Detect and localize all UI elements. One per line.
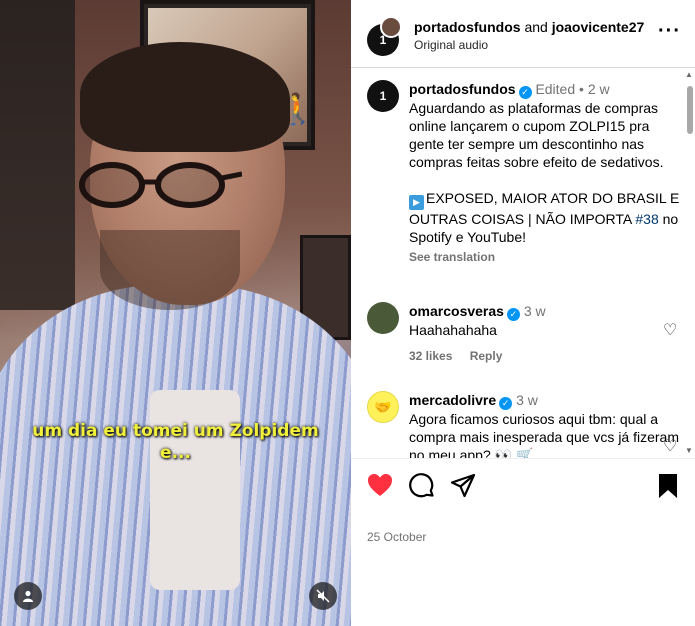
- post-authors: portadosfundos and joaovicente27: [414, 19, 644, 35]
- caption-age: 2 w: [587, 81, 610, 97]
- comments-list[interactable]: 1 portadosfundos ✓ Edited • 2 w Aguardand…: [351, 68, 695, 458]
- caption-author-avatar[interactable]: 1: [367, 80, 399, 112]
- video-subtitle-line-1: um dia eu tomei um Zolpidem: [32, 421, 319, 441]
- post-actions-bar: [351, 458, 695, 518]
- coauthor-avatar[interactable]: [380, 16, 402, 38]
- person-beard: [100, 230, 240, 310]
- person-hair: [80, 42, 290, 152]
- play-button-icon: ▶: [409, 195, 424, 210]
- saved-bookmark-icon[interactable]: [657, 473, 679, 505]
- edited-label: Edited: [535, 81, 576, 97]
- caption-text: Aguardando as plataformas de compras onl…: [409, 100, 664, 170]
- commenter-avatar[interactable]: [367, 302, 399, 334]
- scroll-up-arrow-icon[interactable]: ▲: [685, 70, 693, 79]
- comments-scrollbar[interactable]: [687, 86, 693, 134]
- comment-age: 3 w: [516, 392, 538, 408]
- comment-text: Haahahahaha: [409, 322, 497, 338]
- verified-badge-icon: ✓: [499, 397, 513, 410]
- reel-video[interactable]: 🚶 um dia eu tomei um Zolpidem e...: [0, 0, 351, 626]
- person-undershirt: [150, 390, 240, 590]
- like-heart-icon[interactable]: [367, 473, 393, 503]
- commenter-username[interactable]: mercadolivre: [409, 392, 496, 408]
- caption-author-username[interactable]: portadosfundos: [409, 81, 516, 97]
- more-options-icon[interactable]: ···: [658, 20, 681, 43]
- user-icon: [23, 590, 33, 602]
- comment-like-heart-icon[interactable]: ♡: [663, 320, 677, 340]
- comment-like-heart-icon[interactable]: ♡: [663, 436, 677, 456]
- and-text: and: [524, 19, 548, 35]
- video-subtitle-line-2: e...: [160, 443, 191, 463]
- author-username[interactable]: portadosfundos: [414, 19, 521, 35]
- tagged-users-button[interactable]: [14, 582, 42, 610]
- reply-button[interactable]: Reply: [470, 349, 503, 363]
- commenter-avatar[interactable]: 🤝: [367, 391, 399, 423]
- caption-promo: ▶ EXPOSED, MAIOR ATOR DO BRASIL E OUTRAS …: [409, 189, 682, 246]
- scroll-down-arrow-icon[interactable]: ▼: [685, 446, 693, 455]
- hashtag-link[interactable]: #38: [635, 211, 658, 227]
- verified-badge-icon: ✓: [506, 308, 520, 321]
- comment-likes[interactable]: 32 likes: [409, 349, 452, 363]
- post-header: 1 portadosfundos and joaovicente27 Origi…: [351, 0, 695, 68]
- comment-text: Agora ficamos curiosos aqui tbm: qual a …: [409, 411, 680, 458]
- coauthor-username[interactable]: joaovicente27: [552, 19, 645, 35]
- comment-bubble-icon[interactable]: [409, 473, 435, 505]
- background-door: [0, 0, 75, 310]
- muted-speaker-icon: [316, 589, 330, 603]
- share-paper-plane-icon[interactable]: [450, 473, 476, 505]
- verified-badge-icon: ✓: [518, 86, 532, 99]
- see-translation-link[interactable]: See translation: [409, 248, 682, 266]
- comment-age: 3 w: [523, 303, 546, 319]
- commenter-username[interactable]: omarcosveras: [409, 303, 504, 319]
- mute-button[interactable]: [309, 582, 337, 610]
- person-glasses: [79, 162, 242, 208]
- separator-dot: •: [579, 81, 584, 97]
- audio-link[interactable]: Original audio: [414, 38, 488, 52]
- post-date: 25 October: [367, 530, 427, 544]
- post-panel: 1 portadosfundos and joaovicente27 Origi…: [351, 0, 695, 626]
